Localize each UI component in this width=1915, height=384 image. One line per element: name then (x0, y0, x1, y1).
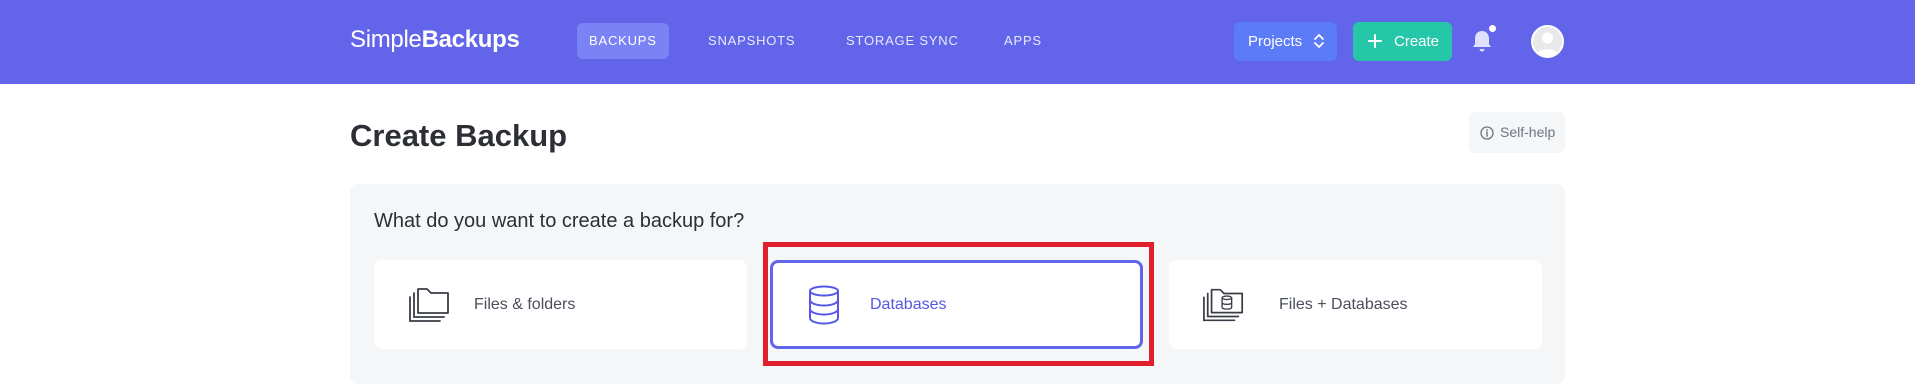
self-help-label: Self-help (1500, 124, 1556, 140)
self-help-button[interactable]: Self-help (1469, 112, 1565, 153)
notifications-bell-icon[interactable] (1470, 25, 1496, 54)
backup-type-question: What do you want to create a backup for? (374, 210, 745, 232)
folders-icon (409, 288, 449, 322)
projects-dropdown-button[interactable]: Projects (1234, 22, 1337, 61)
projects-label: Projects (1248, 33, 1303, 50)
page-title: Create Backup (350, 118, 568, 153)
plus-icon (1368, 34, 1382, 48)
option-label: Files + Databases (1279, 296, 1408, 313)
user-avatar[interactable] (1531, 25, 1564, 58)
chevron-up-down-icon (1314, 34, 1324, 48)
notification-dot (1489, 25, 1496, 32)
info-icon (1480, 126, 1494, 140)
create-button[interactable]: Create (1353, 22, 1452, 61)
create-label: Create (1394, 33, 1440, 50)
option-files-folders[interactable]: Files & folders (374, 260, 747, 349)
simplebackups-logo[interactable]: SimpleBackups (350, 26, 520, 56)
option-label: Databases (870, 296, 947, 313)
nav-backups[interactable]: BACKUPS (577, 23, 669, 59)
option-files-databases[interactable]: Files + Databases (1169, 260, 1542, 349)
option-label: Files & folders (474, 296, 576, 313)
nav-apps[interactable]: APPS (992, 23, 1054, 59)
user-avatar-icon (1533, 27, 1562, 56)
top-navigation-bar: SimpleBackups BACKUPS SNAPSHOTS STORAGE … (0, 0, 1915, 84)
bell-icon (1473, 31, 1491, 52)
database-icon (809, 285, 839, 325)
folders-database-icon (1203, 288, 1244, 322)
nav-snapshots[interactable]: SNAPSHOTS (696, 23, 807, 59)
option-databases[interactable]: Databases (770, 260, 1143, 349)
nav-storage-sync[interactable]: STORAGE SYNC (834, 23, 971, 59)
